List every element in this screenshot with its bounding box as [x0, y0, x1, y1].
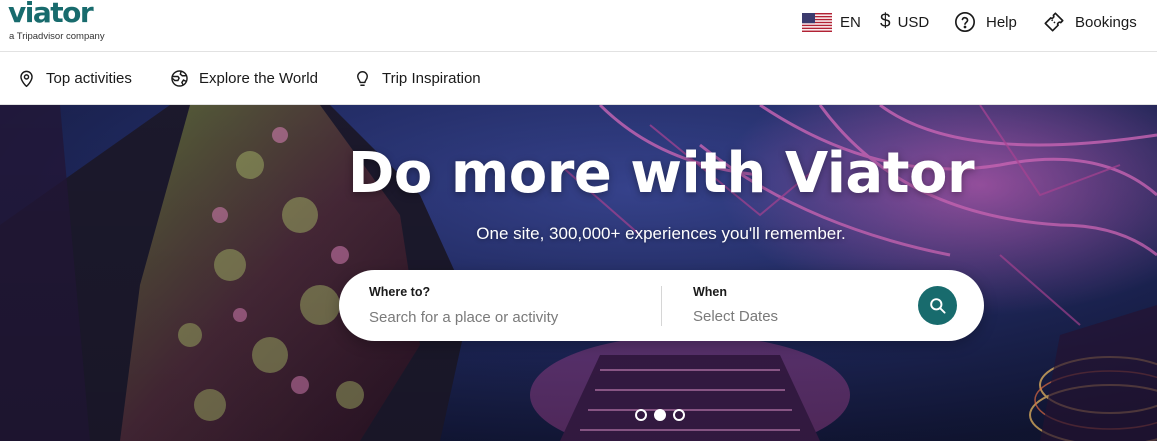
- hero-subtitle: One site, 300,000+ experiences you'll re…: [476, 224, 846, 243]
- carousel-indicators: [635, 409, 692, 421]
- carousel-dot-3[interactable]: [673, 409, 685, 421]
- us-flag-icon: [802, 12, 832, 32]
- language-code: EN: [840, 13, 861, 31]
- nav-explore-the-world-label: Explore the World: [199, 69, 318, 87]
- help-label: Help: [986, 13, 1017, 31]
- logo-tagline: a Tripadvisor company: [9, 31, 105, 42]
- hero-banner: Do more with Viator One site, 300,000+ e…: [0, 105, 1157, 441]
- search-divider: [661, 286, 662, 326]
- currency-code: USD: [897, 13, 930, 31]
- nav-trip-inspiration-label: Trip Inspiration: [382, 69, 481, 87]
- help-circle-icon: [955, 12, 975, 32]
- when-label: When: [693, 285, 728, 299]
- carousel-dot-1[interactable]: [635, 409, 647, 421]
- logo-wordmark: viator: [8, 0, 94, 29]
- bookings-label: Bookings: [1075, 13, 1137, 31]
- search-button[interactable]: [918, 286, 957, 325]
- hero-title: Do more with Viator: [347, 141, 975, 206]
- search-bar: Where to? When Select Dates: [339, 270, 984, 341]
- nav-explore-the-world[interactable]: Explore the World: [170, 53, 318, 103]
- nav-top-activities-label: Top activities: [46, 69, 132, 87]
- map-pin-icon: [20, 70, 33, 87]
- language-selector[interactable]: EN: [802, 0, 861, 44]
- where-input[interactable]: [369, 306, 629, 328]
- search-icon: [930, 298, 946, 314]
- nav-top-activities[interactable]: Top activities: [17, 53, 132, 103]
- globe-icon: [171, 69, 188, 87]
- top-header: viator a Tripadvisor company EN $ USD He…: [0, 0, 1157, 52]
- ticket-icon: [1044, 12, 1064, 32]
- carousel-dot-2[interactable]: [654, 409, 666, 421]
- lightbulb-icon: [357, 70, 368, 86]
- when-field[interactable]: When Select Dates: [663, 270, 913, 341]
- help-link[interactable]: Help: [954, 0, 1017, 44]
- bookings-link[interactable]: Bookings: [1043, 0, 1137, 44]
- nav-trip-inspiration[interactable]: Trip Inspiration: [353, 53, 481, 103]
- category-nav: Top activities Explore the World Trip In…: [0, 53, 1157, 105]
- currency-selector[interactable]: $ USD: [880, 0, 929, 44]
- viator-logo[interactable]: viator a Tripadvisor company: [8, 0, 128, 48]
- when-placeholder: Select Dates: [693, 308, 779, 325]
- where-field[interactable]: Where to?: [339, 270, 661, 341]
- dollar-icon: $: [880, 11, 891, 32]
- where-label: Where to?: [369, 285, 431, 299]
